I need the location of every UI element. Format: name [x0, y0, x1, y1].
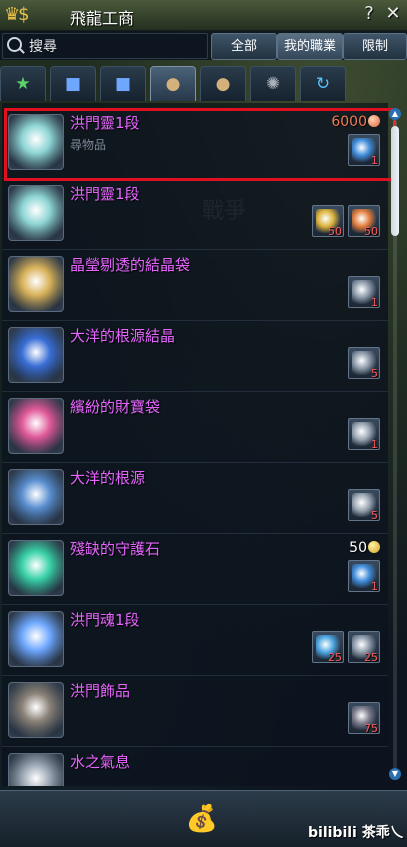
material-count: 50	[328, 225, 342, 238]
sack-icon: ●	[165, 74, 181, 94]
currency-coin-icon	[368, 115, 380, 127]
search-icon	[7, 37, 22, 52]
category-tabs: ★ ■ ■ ● ● ✺ ↻	[0, 62, 407, 101]
item-row[interactable]: 晶瑩剔透的結晶袋 1	[2, 250, 388, 321]
item-thumbnail-icon	[8, 753, 64, 786]
filter-all-button[interactable]: 全部	[211, 33, 277, 60]
shop-emblem-icon: ♛$	[4, 4, 30, 25]
sack-icon: ●	[215, 74, 231, 94]
item-row[interactable]: 洪門魂1段 25 25	[2, 605, 388, 676]
list-scrollbar[interactable]: ▲ ▼	[389, 108, 401, 784]
money-bag-button[interactable]: 💰	[180, 801, 224, 837]
item-name: 繽紛的財寶袋	[70, 398, 161, 416]
item-row[interactable]: 洪門靈1段 50 50	[2, 179, 388, 250]
material-slot[interactable]: 1	[348, 134, 380, 167]
material-slot[interactable]: 5	[348, 347, 380, 380]
item-thumbnail-icon	[8, 682, 64, 738]
material-slot[interactable]: 5	[348, 489, 380, 522]
material-slot[interactable]: 50	[348, 205, 380, 238]
tab-sack-1[interactable]: ●	[150, 66, 196, 101]
material-count: 1	[371, 580, 378, 593]
scroll-thumb[interactable]	[391, 126, 399, 236]
material-slot[interactable]: 1	[348, 560, 380, 593]
item-name: 水之氣息	[70, 753, 131, 771]
material-count: 1	[371, 438, 378, 451]
item-row[interactable]: 洪門靈1段尋物品 6000 1	[2, 108, 388, 179]
material-count: 75	[364, 722, 378, 735]
item-name: 大洋的根源結晶	[70, 327, 176, 345]
orb-icon: ✺	[265, 74, 281, 94]
item-name: 洪門魂1段	[70, 611, 140, 629]
item-price: 6000	[331, 114, 380, 130]
search-box[interactable]	[2, 33, 208, 60]
material-count: 25	[328, 651, 342, 664]
tab-refresh[interactable]: ↻	[300, 66, 346, 101]
item-row[interactable]: 洪門飾品 75	[2, 676, 388, 747]
footer-watermark: bilibili 茶乖乀	[308, 825, 404, 841]
item-thumbnail-icon	[8, 540, 64, 596]
item-thumbnail-icon	[8, 469, 64, 525]
item-thumbnail-icon	[8, 185, 64, 241]
item-name: 洪門靈1段	[70, 185, 140, 203]
item-row[interactable]: 殘缺的守護石 50 1	[2, 534, 388, 605]
item-row[interactable]: 大洋的根源 5	[2, 463, 388, 534]
item-thumbnail-icon	[8, 398, 64, 454]
material-count: 25	[364, 651, 378, 664]
help-button[interactable]: ?	[357, 2, 381, 26]
title-bar[interactable]: ♛$ 飛龍工商 ? ✕	[0, 0, 407, 31]
material-count: 1	[371, 296, 378, 309]
tab-favorites[interactable]: ★	[0, 66, 46, 101]
search-input[interactable]	[27, 34, 207, 60]
material-slot[interactable]: 75	[348, 702, 380, 735]
money-bag-icon: 💰	[185, 804, 219, 834]
item-name: 洪門飾品	[70, 682, 131, 700]
refresh-icon: ↻	[315, 74, 331, 94]
item-row[interactable]: 大洋的根源結晶 5	[2, 321, 388, 392]
item-subtext: 尋物品	[70, 138, 107, 152]
tab-gift-1[interactable]: ■	[50, 66, 96, 101]
item-list: 戰爭 洪門靈1段尋物品60001洪門靈1段5050晶瑩剔透的結晶袋1大洋的根源結…	[2, 103, 388, 786]
scroll-down-button[interactable]: ▼	[389, 768, 401, 780]
material-count: 50	[364, 225, 378, 238]
currency-coin-icon	[368, 541, 380, 553]
filter-restriction-button[interactable]: 限制	[343, 33, 407, 60]
price-value: 50	[349, 540, 367, 556]
item-name: 大洋的根源	[70, 469, 146, 487]
tab-gift-2[interactable]: ■	[100, 66, 146, 101]
material-count: 1	[371, 154, 378, 167]
item-thumbnail-icon	[8, 611, 64, 667]
material-count: 5	[371, 509, 378, 522]
material-slot[interactable]: 50	[312, 205, 344, 238]
material-slot[interactable]: 1	[348, 276, 380, 309]
window-title: 飛龍工商	[70, 9, 135, 28]
gift-icon: ■	[114, 74, 132, 94]
material-count: 5	[371, 367, 378, 380]
tab-orb[interactable]: ✺	[250, 66, 296, 101]
price-value: 6000	[331, 114, 367, 130]
item-price: 50	[349, 540, 380, 556]
item-thumbnail-icon	[8, 256, 64, 312]
item-row[interactable]: 繽紛的財寶袋 1	[2, 392, 388, 463]
item-name: 晶瑩剔透的結晶袋	[70, 256, 191, 274]
tab-sack-2[interactable]: ●	[200, 66, 246, 101]
material-slot[interactable]: 25	[312, 631, 344, 664]
item-name: 洪門靈1段	[70, 114, 140, 132]
search-row: 全部 我的職業 限制	[0, 30, 407, 60]
item-thumbnail-icon	[8, 114, 64, 170]
filter-my-class-button[interactable]: 我的職業	[277, 33, 343, 60]
scroll-up-button[interactable]: ▲	[389, 108, 401, 120]
item-name: 殘缺的守護石	[70, 540, 161, 558]
material-slot[interactable]: 25	[348, 631, 380, 664]
item-row[interactable]: 水之氣息	[2, 747, 388, 786]
close-button[interactable]: ✕	[381, 2, 405, 26]
item-thumbnail-icon	[8, 327, 64, 383]
gift-icon: ■	[64, 74, 82, 94]
material-slot[interactable]: 1	[348, 418, 380, 451]
star-icon: ★	[15, 74, 31, 94]
